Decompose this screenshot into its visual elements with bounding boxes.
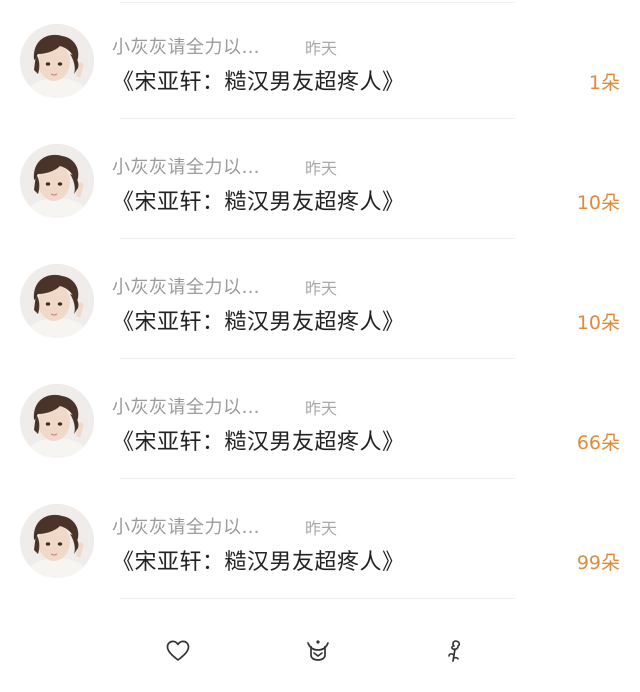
- row-divider: [120, 358, 515, 359]
- trophy-icon: [307, 640, 329, 661]
- gift-count: 1朵: [588, 72, 620, 94]
- gift-count: 10朵: [576, 192, 620, 214]
- gift-count: 66朵: [576, 432, 620, 454]
- username[interactable]: 小灰灰请全力以…: [112, 153, 260, 179]
- avatar[interactable]: [20, 504, 94, 578]
- flower-button[interactable]: [440, 636, 470, 666]
- like-button[interactable]: [163, 636, 193, 666]
- work-title[interactable]: 《宋亚轩：糙汉男友超疼人》: [112, 424, 405, 456]
- list-item[interactable]: 小灰灰请全力以… 昨天 《宋亚轩：糙汉男友超疼人》 99朵: [0, 480, 640, 599]
- avatar[interactable]: [20, 384, 94, 458]
- reward-button[interactable]: [303, 636, 333, 666]
- list-item[interactable]: 小灰灰请全力以… 昨天 《宋亚轩：糙汉男友超疼人》 1朵: [0, 0, 640, 119]
- row-divider: [120, 238, 515, 239]
- avatar[interactable]: [20, 144, 94, 218]
- username[interactable]: 小灰灰请全力以…: [112, 513, 260, 539]
- username[interactable]: 小灰灰请全力以…: [112, 393, 260, 419]
- work-title[interactable]: 《宋亚轩：糙汉男友超疼人》: [112, 64, 405, 96]
- username[interactable]: 小灰灰请全力以…: [112, 273, 260, 299]
- timestamp: 昨天: [305, 159, 338, 178]
- avatar-image: [20, 264, 94, 338]
- bottom-action-bar: [0, 630, 640, 674]
- row-divider: [120, 478, 515, 479]
- avatar-image: [20, 144, 94, 218]
- timestamp: 昨天: [305, 279, 338, 298]
- timestamp: 昨天: [305, 39, 338, 58]
- work-title[interactable]: 《宋亚轩：糙汉男友超疼人》: [112, 304, 405, 336]
- list-item[interactable]: 小灰灰请全力以… 昨天 《宋亚轩：糙汉男友超疼人》 10朵: [0, 240, 640, 359]
- avatar-image: [20, 24, 94, 98]
- work-title[interactable]: 《宋亚轩：糙汉男友超疼人》: [112, 184, 405, 216]
- avatar[interactable]: [20, 264, 94, 338]
- timestamp: 昨天: [305, 399, 338, 418]
- flower-icon: [448, 640, 461, 662]
- work-title[interactable]: 《宋亚轩：糙汉男友超疼人》: [112, 544, 405, 576]
- gift-count: 10朵: [576, 312, 620, 334]
- avatar-image: [20, 504, 94, 578]
- list-item[interactable]: 小灰灰请全力以… 昨天 《宋亚轩：糙汉男友超疼人》 10朵: [0, 120, 640, 239]
- username[interactable]: 小灰灰请全力以…: [112, 33, 260, 59]
- row-divider: [120, 598, 515, 599]
- avatar-image: [20, 384, 94, 458]
- avatar[interactable]: [20, 24, 94, 98]
- row-divider: [120, 118, 515, 119]
- list-item[interactable]: 小灰灰请全力以… 昨天 《宋亚轩：糙汉男友超疼人》 66朵: [0, 360, 640, 479]
- heart-icon: [166, 640, 190, 661]
- timestamp: 昨天: [305, 519, 338, 538]
- gift-count: 99朵: [576, 552, 620, 574]
